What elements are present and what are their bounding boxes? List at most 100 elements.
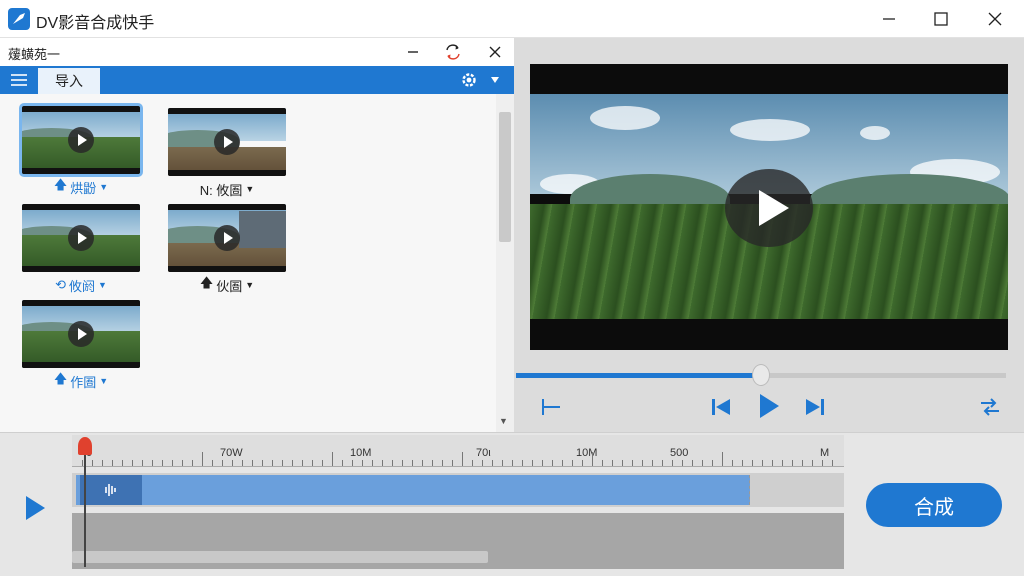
caret-down-icon: ▼ [245,280,255,290]
ruler-tick [822,460,823,466]
ruler-tick [572,460,573,466]
play-icon [760,394,779,418]
media-scrollbar[interactable]: ▼ [496,94,514,432]
previous-button[interactable] [708,394,734,420]
media-item[interactable]: ⟲ 攸阏 ▼ [22,204,140,294]
scrollbar-thumb[interactable] [499,112,511,242]
ruler-tick [272,460,273,466]
ruler-tick [612,460,613,466]
playhead-marker-icon[interactable] [78,437,92,455]
ruler-tick [152,460,153,466]
media-item[interactable]: 🡅 伙圄 ▼ [168,204,286,294]
maximize-button[interactable] [914,0,968,38]
ruler-tick [222,460,223,466]
panel-minimize-button[interactable] [400,40,426,64]
caret-down-icon: ▼ [99,182,109,192]
ruler-tick [142,460,143,466]
merge-button[interactable]: 合成 [866,483,1002,527]
timeline-clip[interactable] [76,475,750,505]
ruler-tick [452,460,453,466]
progress-knob[interactable] [752,364,770,386]
media-caption[interactable]: 🡅 烘鼢 ▼ [22,177,140,196]
swap-icon [446,44,460,60]
refresh-icon: ⟲ [55,277,66,292]
caret-down-icon: ▼ [245,184,255,194]
media-item[interactable]: N: 攸圄 ▼ [168,108,286,198]
ruler-tick [782,460,783,466]
ruler-tick [162,460,163,466]
hamburger-menu-icon [11,74,27,86]
ruler-tick [102,460,103,466]
timeline-play-button[interactable] [20,493,50,523]
media-thumbnail[interactable] [168,108,286,176]
ruler-tick [772,460,773,466]
ruler-tick [602,460,603,466]
panel-close-button[interactable] [482,40,508,64]
ruler-tick [232,460,233,466]
progress-fill [516,373,761,378]
media-panel-header: 蕿蟥苑一 [0,38,514,66]
ruler-tick [282,460,283,466]
media-caption[interactable]: 🡅 作圄 ▼ [22,371,140,390]
audio-wave-icon [105,484,116,496]
skip-back-icon [712,399,730,415]
settings-button[interactable] [458,70,480,90]
ruler-tick [632,460,633,466]
media-thumbnail[interactable] [22,204,140,272]
set-in-point-button[interactable] [538,394,564,420]
media-item[interactable]: 🡅 烘鼢 ▼ [19,103,143,196]
big-play-icon[interactable] [725,169,813,247]
ruler-tick [342,460,343,466]
ruler-tick [82,460,83,466]
ruler-tick [352,460,353,466]
ruler-tick [392,460,393,466]
scroll-down-icon[interactable]: ▼ [499,416,508,426]
ruler-tick [492,460,493,466]
media-library: 🡅 烘鼢 ▼ N: 攸圄 ▼ ⟲ 攸阏 ▼ 🡅 伙圄 ▼ 🡅 作圄 ▼ ▼ [0,94,514,432]
close-icon [489,46,501,58]
media-thumbnail[interactable] [168,204,286,272]
maximize-icon [934,12,948,26]
media-thumbnail[interactable] [22,300,140,368]
media-panel: 蕿蟥苑一 导入 🡅 烘鼢 ▼ N: 攸圄 ▼ ⟲ 攸阏 ▼ 🡅 伙圄 ▼ 🡅 作… [0,38,514,432]
ruler-tick [732,460,733,466]
media-panel-title: 蕿蟥苑一 [8,47,61,62]
menu-button[interactable] [6,70,32,90]
playhead[interactable] [84,441,86,567]
video-track[interactable] [72,473,844,507]
ruler-tick [422,460,423,466]
ruler-label: 10M [350,447,372,459]
ruler-tick [382,460,383,466]
media-caption[interactable]: N: 攸圄 ▼ [168,180,286,198]
tab-import[interactable]: 导入 [38,68,100,94]
next-button[interactable] [802,394,828,420]
media-item[interactable]: 🡅 作圄 ▼ [22,300,140,390]
ruler-tick [832,460,833,466]
media-thumbnail[interactable] [19,103,143,177]
ruler-tick [312,460,313,466]
ruler-tick [292,460,293,466]
playback-progress-bar[interactable] [516,364,1006,386]
ruler-tick [202,452,203,466]
timeline-scrollbar[interactable] [72,551,488,563]
fullscreen-button[interactable] [976,394,1004,420]
media-caption[interactable]: 🡅 伙圄 ▼ [168,275,286,294]
timeline-ruler[interactable]: 0 70W 10M 70ι 10M 500 M [72,435,844,467]
media-caption[interactable]: ⟲ 攸阏 ▼ [22,276,140,294]
play-button[interactable] [754,390,784,422]
ruler-tick [672,460,673,466]
close-button[interactable] [968,0,1022,38]
panel-swap-button[interactable] [440,40,466,64]
ruler-tick [562,460,563,466]
ruler-tick [212,460,213,466]
ruler-label: 10M [576,447,598,459]
clip-handle[interactable] [80,475,142,505]
upload-arrow-icon: 🡅 [199,275,214,290]
ruler-tick [322,460,323,466]
minimize-icon [408,51,418,53]
minimize-button[interactable] [862,0,916,38]
ruler-tick [702,460,703,466]
settings-dropdown-button[interactable] [486,70,504,90]
app-title: DV影音合成快手 [36,15,155,32]
video-preview[interactable] [530,64,1008,350]
